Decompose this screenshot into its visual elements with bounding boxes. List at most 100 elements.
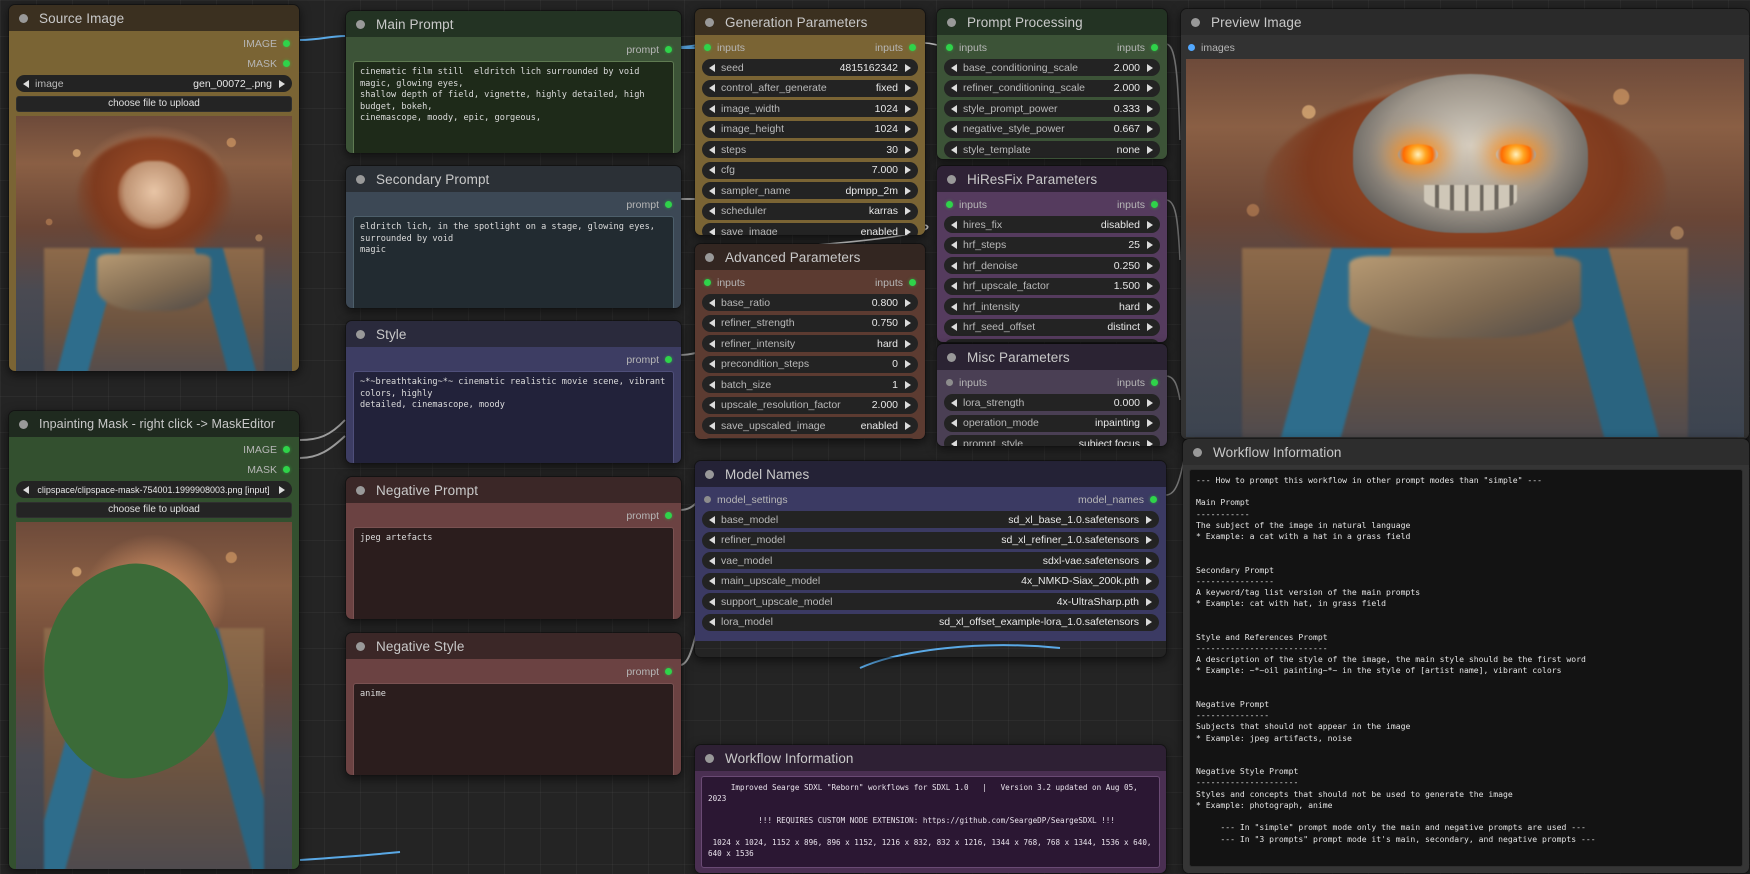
node-generation-parameters[interactable]: Generation Parameters inputs inputs seed… [694, 8, 926, 236]
next-arrow-icon[interactable] [905, 166, 911, 174]
node-model-names[interactable]: Model Names model_settings model_names b… [694, 460, 1167, 658]
widget-negative-style-power[interactable]: negative_style_power 0.667 [944, 121, 1160, 138]
prev-arrow-icon[interactable] [709, 340, 715, 348]
node-title-bar[interactable]: Secondary Prompt [346, 166, 681, 192]
node-prompt-processing[interactable]: Prompt Processing inputs inputs base_con… [936, 8, 1168, 160]
output-slot-prompt[interactable]: prompt [353, 41, 674, 58]
prev-arrow-icon[interactable] [23, 486, 29, 494]
prev-arrow-icon[interactable] [709, 299, 715, 307]
node-title-bar[interactable]: Model Names [695, 461, 1166, 487]
prev-arrow-icon[interactable] [709, 207, 715, 215]
next-arrow-icon[interactable] [1147, 105, 1153, 113]
node-source-image[interactable]: Source Image IMAGE MASK image gen_00072_… [8, 4, 300, 372]
widget-base-ratio[interactable]: base_ratio 0.800 [702, 294, 918, 311]
widget-prompt-style[interactable]: prompt_style subject focus [944, 435, 1160, 447]
node-title-bar[interactable]: Negative Style [346, 633, 681, 659]
node-title-bar[interactable]: Inpainting Mask - right click -> MaskEdi… [9, 411, 299, 437]
node-title-bar[interactable]: Prompt Processing [937, 9, 1167, 35]
input-slot-dot-icon[interactable] [946, 201, 953, 208]
workflow-canvas[interactable]: Source Image IMAGE MASK image gen_00072_… [0, 0, 1750, 874]
widget-image[interactable]: image gen_00072_.png [16, 75, 292, 92]
node-workflow-information-right[interactable]: Workflow Information --- How to prompt t… [1182, 438, 1750, 874]
widget-control-after-generate[interactable]: control_after_generate fixed [702, 80, 918, 97]
collapse-dot-icon[interactable] [356, 175, 365, 184]
widget-upscale-resolution-factor[interactable]: upscale_resolution_factor 2.000 [702, 397, 918, 414]
prev-arrow-icon[interactable] [951, 146, 957, 154]
widget-refiner-strength[interactable]: refiner_strength 0.750 [702, 315, 918, 332]
collapse-dot-icon[interactable] [947, 353, 956, 362]
widget-hrf-steps[interactable]: hrf_steps 25 [944, 237, 1160, 254]
next-arrow-icon[interactable] [1147, 323, 1153, 331]
node-negative-style[interactable]: Negative Style prompt anime [345, 632, 682, 776]
prev-arrow-icon[interactable] [951, 303, 957, 311]
next-arrow-icon[interactable] [1147, 399, 1153, 407]
input-slot-dot-icon[interactable] [946, 44, 953, 51]
workflow-info-right-textarea[interactable]: --- How to prompt this workflow in other… [1189, 469, 1743, 867]
widget-style-template[interactable]: style_template none [944, 141, 1160, 158]
node-title-bar[interactable]: Workflow Information [1183, 439, 1749, 465]
prev-arrow-icon[interactable] [709, 105, 715, 113]
node-hiresfix-parameters[interactable]: HiResFix Parameters inputs inputs hires_… [936, 165, 1168, 343]
node-title-bar[interactable]: Workflow Information [695, 745, 1166, 771]
prev-arrow-icon[interactable] [951, 241, 957, 249]
next-arrow-icon[interactable] [1146, 577, 1152, 585]
output-slot-dot-icon[interactable] [1151, 379, 1158, 386]
prev-arrow-icon[interactable] [951, 282, 957, 290]
next-arrow-icon[interactable] [1146, 618, 1152, 626]
collapse-dot-icon[interactable] [705, 470, 714, 479]
widget-denoise[interactable]: denoise 0.850 [702, 438, 918, 441]
prev-arrow-icon[interactable] [951, 221, 957, 229]
node-main-prompt[interactable]: Main Prompt prompt cinematic film still … [345, 10, 682, 154]
input-slot-dot-icon[interactable] [704, 496, 711, 503]
output-slot-prompt[interactable]: prompt [353, 663, 674, 680]
output-slot-mask[interactable]: MASK [16, 55, 292, 72]
workflow-info-bottom-textarea[interactable]: Improved Searge SDXL "Reborn" workflows … [701, 776, 1160, 868]
next-arrow-icon[interactable] [905, 64, 911, 72]
next-arrow-icon[interactable] [905, 146, 911, 154]
widget-mask-image[interactable]: clipspace/clipspace-mask-754001.19999080… [16, 481, 292, 498]
prev-arrow-icon[interactable] [709, 319, 715, 327]
negative-prompt-textarea[interactable]: jpeg artefacts [353, 527, 674, 620]
next-arrow-icon[interactable] [1147, 440, 1153, 448]
output-slot-dot-icon[interactable] [909, 44, 916, 51]
node-inpainting-mask[interactable]: Inpainting Mask - right click -> MaskEdi… [8, 410, 300, 870]
input-slot-dot-icon[interactable] [946, 379, 953, 386]
collapse-dot-icon[interactable] [356, 330, 365, 339]
prev-arrow-icon[interactable] [709, 146, 715, 154]
prev-arrow-icon[interactable] [709, 228, 715, 236]
next-arrow-icon[interactable] [1147, 221, 1153, 229]
next-arrow-icon[interactable] [905, 319, 911, 327]
output-slot-image[interactable]: IMAGE [16, 441, 292, 458]
collapse-dot-icon[interactable] [705, 18, 714, 27]
widget-lora-model[interactable]: lora_model sd_xl_offset_example-lora_1.0… [702, 614, 1159, 631]
prev-arrow-icon[interactable] [709, 557, 715, 565]
prev-arrow-icon[interactable] [709, 381, 715, 389]
slot-dot-icon[interactable] [665, 46, 672, 53]
output-slot-dot-icon[interactable] [1151, 201, 1158, 208]
node-secondary-prompt[interactable]: Secondary Prompt prompt eldritch lich, i… [345, 165, 682, 309]
prev-arrow-icon[interactable] [709, 401, 715, 409]
next-arrow-icon[interactable] [1147, 146, 1153, 154]
node-title-bar[interactable]: Generation Parameters [695, 9, 925, 35]
widget-operation-mode[interactable]: operation_mode inpainting [944, 415, 1160, 432]
prev-arrow-icon[interactable] [709, 577, 715, 585]
negative-style-textarea[interactable]: anime [353, 683, 674, 776]
prev-arrow-icon[interactable] [709, 166, 715, 174]
input-slot-dot-icon[interactable] [1188, 44, 1195, 51]
node-title-bar[interactable]: Source Image [9, 5, 299, 31]
node-title-bar[interactable]: Main Prompt [346, 11, 681, 37]
next-arrow-icon[interactable] [905, 381, 911, 389]
output-slot-prompt[interactable]: prompt [353, 507, 674, 524]
collapse-dot-icon[interactable] [356, 20, 365, 29]
next-arrow-icon[interactable] [1146, 516, 1152, 524]
output-slot-dot-icon[interactable] [1151, 44, 1158, 51]
prev-arrow-icon[interactable] [709, 516, 715, 524]
prev-arrow-icon[interactable] [951, 84, 957, 92]
widget-cfg[interactable]: cfg 7.000 [702, 162, 918, 179]
next-arrow-icon[interactable] [1147, 419, 1153, 427]
slot-dot-icon[interactable] [283, 60, 290, 67]
prev-arrow-icon[interactable] [709, 598, 715, 606]
next-arrow-icon[interactable] [1147, 282, 1153, 290]
collapse-dot-icon[interactable] [1193, 448, 1202, 457]
collapse-dot-icon[interactable] [947, 18, 956, 27]
